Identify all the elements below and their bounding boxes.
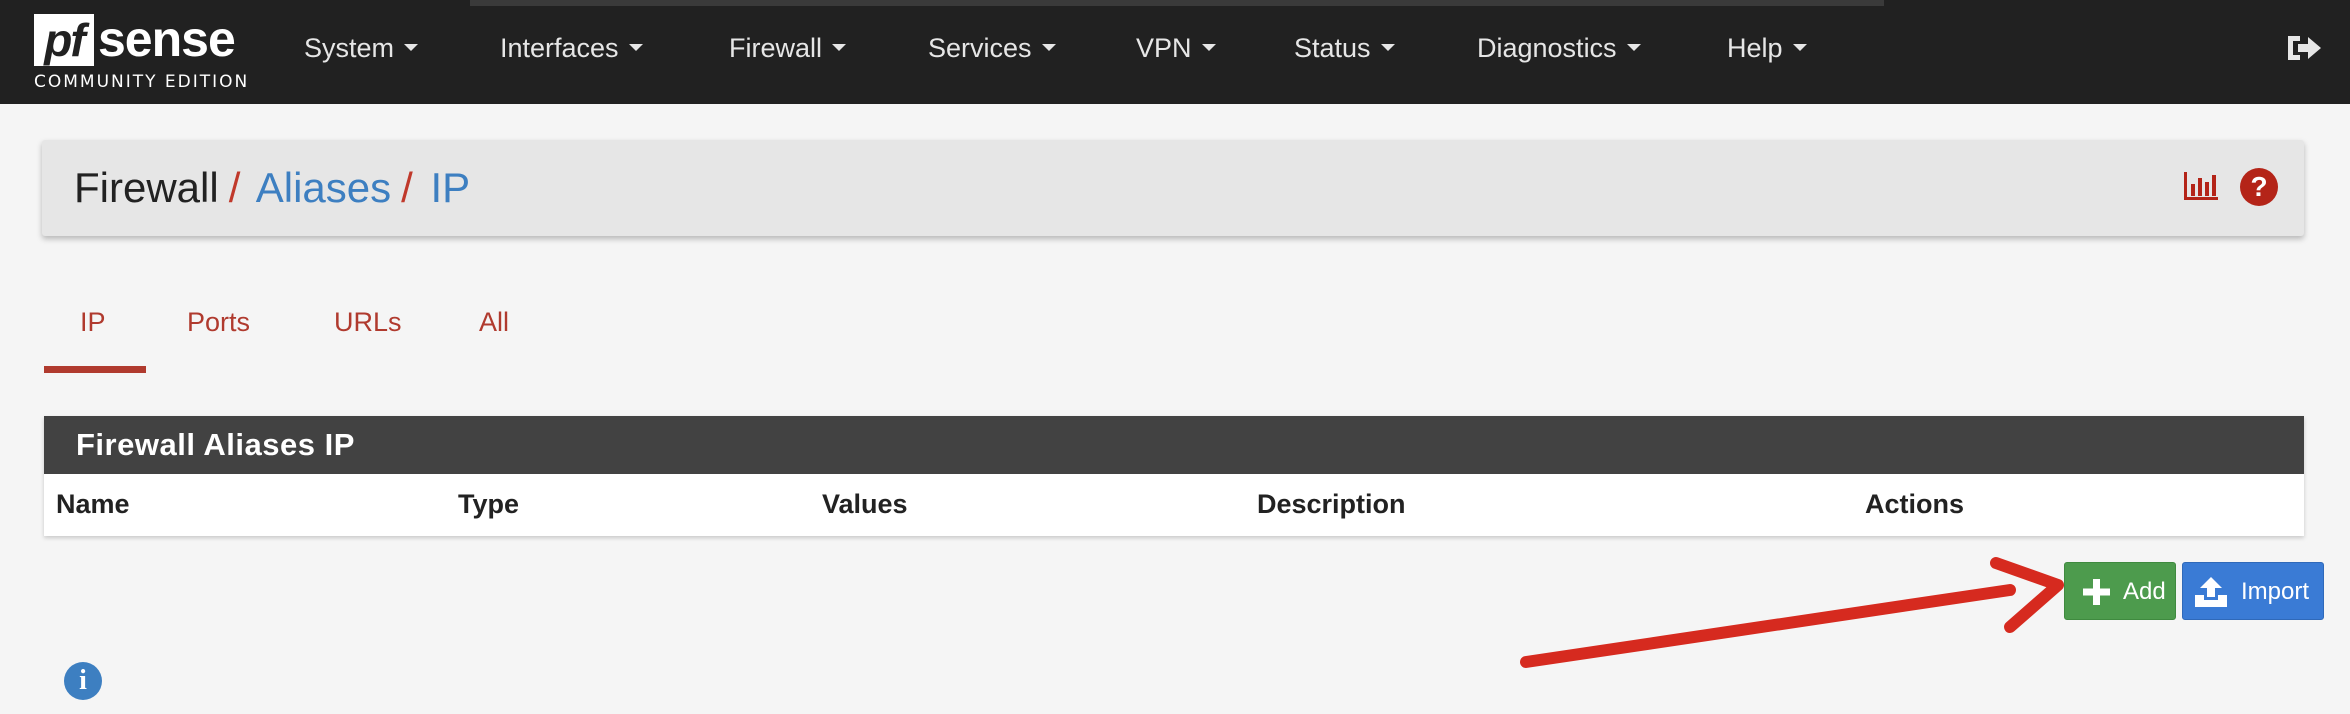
table-panel-heading: Firewall Aliases IP [44,416,2304,474]
add-button-label: Add [2123,578,2166,605]
caret-down-icon [1041,44,1056,52]
import-button-label: Import [2241,578,2310,605]
info-icon[interactable]: i [64,662,102,700]
column-header-type[interactable]: Type [458,486,519,522]
nav-vpn-label: VPN [1136,33,1192,63]
caret-down-icon [1380,44,1395,52]
nav-services-label: Services [928,33,1032,63]
import-button[interactable]: Import [2182,562,2324,620]
caret-down-icon [1626,44,1641,52]
nav-vpn[interactable]: VPN [1136,28,1216,68]
breadcrumb-aliases-link[interactable]: Aliases [256,164,391,211]
caret-down-icon [404,44,419,52]
navbar-top-strip [470,0,1884,6]
tab-ip[interactable]: IP [80,304,106,340]
nav-interfaces[interactable]: Interfaces [500,28,643,68]
nav-services[interactable]: Services [928,28,1056,68]
breadcrumb-firewall: Firewall [74,164,219,211]
nav-firewall[interactable]: Firewall [729,28,847,68]
nav-interfaces-label: Interfaces [500,33,619,63]
upload-icon [2195,577,2227,607]
breadcrumb-separator: / [401,164,413,211]
tab-ports[interactable]: Ports [187,304,250,340]
caret-down-icon [628,44,643,52]
logo-sense-text: sense [98,11,236,67]
logo-pf-mark: pf [34,14,94,66]
aliases-table-panel: Firewall Aliases IP Name Type Values Des… [44,416,2304,536]
active-tab-indicator [44,366,146,373]
breadcrumb-separator: / [228,164,241,211]
breadcrumb-ip-link[interactable]: IP [430,164,470,211]
add-button[interactable]: Add [2064,562,2176,620]
nav-system[interactable]: System [304,28,419,68]
pfsense-logo[interactable]: pf sense COMMUNITY EDITION [34,10,250,96]
table-title: Firewall Aliases IP [76,427,355,462]
breadcrumb: Firewall / Aliases / IP [74,164,470,212]
sign-out-icon[interactable] [2284,32,2324,64]
nav-status-label: Status [1294,33,1371,63]
breadcrumb-panel: Firewall / Aliases / IP ? [42,140,2304,236]
nav-system-label: System [304,33,395,63]
bar-chart-icon[interactable] [2182,170,2220,204]
caret-down-icon [832,44,847,52]
tab-all[interactable]: All [479,304,509,340]
logo-edition-text: COMMUNITY EDITION [34,72,250,92]
plus-icon [2083,579,2110,605]
nav-help-label: Help [1727,33,1783,63]
column-header-name[interactable]: Name [56,486,130,522]
tab-urls[interactable]: URLs [334,304,402,340]
column-header-description[interactable]: Description [1257,486,1406,522]
caret-down-icon [1792,44,1807,52]
caret-down-icon [1201,44,1216,52]
annotation-arrow [1520,557,2064,668]
column-header-values[interactable]: Values [822,486,908,522]
top-navbar: pf sense COMMUNITY EDITION System Interf… [0,0,2350,104]
nav-firewall-label: Firewall [729,33,823,63]
nav-diagnostics-label: Diagnostics [1477,33,1617,63]
nav-help[interactable]: Help [1727,28,1807,68]
nav-status[interactable]: Status [1294,28,1395,68]
column-header-actions: Actions [1865,489,1965,519]
question-circle-icon[interactable]: ? [2240,168,2278,206]
nav-diagnostics[interactable]: Diagnostics [1477,28,1641,68]
